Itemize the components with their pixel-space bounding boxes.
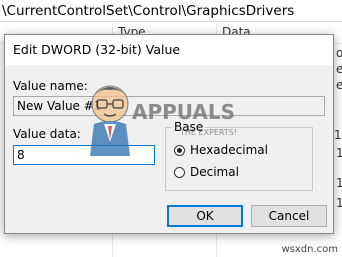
list-item-fragment: 13 [334,128,342,142]
list-item-fragment: e [336,78,342,92]
registry-path-bar: \CurrentControlSet\Control\GraphicsDrive… [0,0,342,22]
radio-unchecked-icon[interactable] [174,166,185,178]
list-item-fragment: 1 [336,146,342,160]
radio-decimal[interactable]: Decimal [174,164,239,180]
list-item-fragment: 1 [336,196,342,210]
cancel-button[interactable]: Cancel [251,205,327,227]
radio-hexadecimal-label: Hexadecimal [190,143,268,157]
site-credit: wsxdn.com [281,244,338,255]
radio-decimal-label: Decimal [190,165,239,179]
base-groupbox: Base Hexadecimal Decimal [165,120,313,191]
value-name-field[interactable]: New Value #1 [13,96,325,116]
value-data-input[interactable]: 8 [13,145,155,165]
list-item-fragment: 1 [336,176,342,190]
list-item-fragment: o [336,46,342,60]
list-item-fragment: e [336,62,342,76]
dialog-title: Edit DWORD (32-bit) Value [13,42,181,57]
value-data-label: Value data: [13,127,81,141]
value-name-label: Value name: [13,79,88,93]
radio-hexadecimal[interactable]: Hexadecimal [174,142,268,158]
ok-button[interactable]: OK [167,205,243,227]
edit-dword-dialog: Edit DWORD (32-bit) Value Value name: Ne… [4,34,334,234]
dialog-titlebar[interactable]: Edit DWORD (32-bit) Value [5,35,333,65]
base-label: Base [172,120,206,134]
radio-checked-icon[interactable] [174,144,185,156]
